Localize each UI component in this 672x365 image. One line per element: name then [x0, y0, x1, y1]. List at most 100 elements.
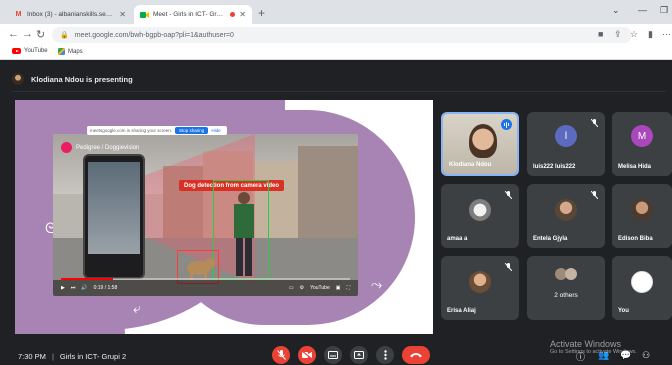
participant-tile[interactable]: Klodiana Ndou [441, 112, 519, 176]
minimize-icon[interactable]: — [638, 5, 647, 15]
leave-call-button[interactable] [402, 346, 430, 364]
gmail-icon: M [15, 11, 22, 18]
channel-logo: Pedigree / Doggievision [61, 142, 139, 153]
camera-toggle-button[interactable] [298, 346, 316, 364]
participant-name: Melisa Hida [618, 164, 652, 170]
participant-tile[interactable]: Edison Biba [612, 184, 672, 248]
lock-icon: 🔒 [60, 32, 69, 39]
reload-icon[interactable]: ↻ [36, 28, 45, 41]
sharing-text: meetsgoogle.com is sharing your screen. [90, 128, 173, 133]
present-screen-icon [354, 351, 364, 359]
more-options-button[interactable] [376, 346, 394, 364]
address-bar[interactable]: 🔒 meet.google.com/bwh-bgpb-oap?pli=1&aut… [52, 27, 632, 43]
camera-icon[interactable]: ■ [598, 29, 603, 39]
avatar [12, 73, 24, 85]
screen-sharing-banner: meetsgoogle.com is sharing your screen. … [87, 126, 227, 135]
forward-icon[interactable]: → [22, 28, 33, 40]
meet-icon [140, 10, 149, 19]
participant-tile[interactable]: l luis222 luis222 [527, 112, 605, 176]
mic-off-icon [504, 262, 513, 271]
chevron-down-icon[interactable]: ⌄ [612, 5, 620, 16]
maps-icon [58, 48, 65, 55]
youtube-logo[interactable]: YouTube [310, 285, 330, 291]
activities-icon[interactable]: ⚇ [642, 350, 650, 361]
video-time: 0:19 / 1:58 [93, 285, 118, 291]
mic-toggle-button[interactable] [272, 346, 290, 364]
watermark-line2: Go to Settings to activate Windows. [550, 349, 637, 355]
meeting-name: Girls in ICT- Grupi 2 [59, 352, 127, 361]
tab-title: Inbox (3) - albanianskills.secreta... [27, 11, 115, 18]
sidebar-icon[interactable]: ▮ [648, 29, 653, 40]
browser-toolbar: ← → ↻ 🔒 meet.google.com/bwh-bgpb-oap?pli… [0, 24, 672, 46]
more-vertical-icon [383, 350, 387, 360]
windows-activation-watermark: Activate Windows Go to Settings to activ… [550, 339, 637, 355]
bookmark-maps[interactable]: Maps [58, 48, 83, 55]
hang-up-icon [410, 353, 422, 358]
hide-button[interactable]: Hide [211, 128, 220, 133]
bookmarks-bar: YouTube Maps [0, 46, 672, 60]
restore-icon[interactable]: ❐ [660, 5, 668, 16]
participant-name: Entela Gjyla [533, 236, 568, 242]
camera-off-icon [302, 351, 312, 359]
participant-tile[interactable]: M Melisa Hida [612, 112, 672, 176]
url-text: meet.google.com/bwh-bgpb-oap?pli=1&authu… [74, 31, 234, 39]
avatar [565, 268, 577, 280]
new-tab-icon[interactable]: + [258, 6, 265, 20]
others-count: 2 others [554, 292, 578, 299]
swirl-decoration-icon: ⤶ [133, 300, 141, 316]
channel-name: Pedigree / Doggievision [76, 144, 140, 151]
phone-image [83, 154, 145, 279]
captions-icon [328, 351, 338, 359]
speaking-indicator-icon [501, 119, 512, 130]
recording-indicator-icon [230, 12, 236, 17]
participant-name: Klodiana Ndou [449, 162, 492, 168]
participant-name: Edison Biba [618, 236, 653, 242]
captions-icon[interactable]: ▭ [289, 285, 294, 291]
youtube-icon [12, 48, 21, 54]
participant-name: Erisa Aliaj [447, 308, 476, 314]
close-icon[interactable]: ✕ [119, 10, 126, 19]
avatar [555, 199, 577, 221]
separator: | [51, 352, 54, 361]
bookmark-youtube[interactable]: YouTube [12, 48, 48, 54]
captions-button[interactable] [324, 346, 342, 364]
stop-sharing-button[interactable]: Stop sharing [175, 127, 209, 134]
participant-tile[interactable]: amaa a [441, 184, 519, 248]
next-icon[interactable]: ⏭ [71, 285, 76, 291]
meeting-details: 7:30 PM | Girls in ICT- Grupi 2 [18, 352, 126, 361]
swirl-decoration-icon: ⤳ [371, 276, 383, 292]
participant-tile[interactable]: Erisa Aliaj [441, 256, 519, 320]
play-icon[interactable]: ▶ [61, 285, 65, 291]
star-icon[interactable]: ☆ [630, 29, 638, 40]
presenting-text: Klodiana Ndou is presenting [31, 74, 133, 84]
tab-gmail[interactable]: M Inbox (3) - albanianskills.secreta... … [8, 5, 132, 24]
tab-meet[interactable]: Meet - Girls in ICT- Grupi 2 ✕ [134, 5, 252, 24]
cast-icon[interactable]: ▣ [336, 285, 341, 291]
mic-off-icon [590, 190, 599, 199]
fullscreen-icon[interactable]: ⛶ [346, 285, 350, 291]
participant-tile[interactable]: 2 others [527, 256, 605, 320]
mic-off-icon [276, 350, 286, 360]
participant-tile[interactable]: Entela Gjyla [527, 184, 605, 248]
video-player[interactable]: Pedigree / Doggievision Dog detection fr… [53, 134, 358, 296]
avatar: M [631, 125, 653, 147]
divider [12, 91, 666, 92]
back-icon[interactable]: ← [8, 28, 19, 40]
avatar [469, 199, 491, 221]
settings-icon[interactable]: ⚙ [300, 285, 304, 291]
meet-window: Klodiana Ndou is presenting ᘓ ⤳ ⤶ Pedigr… [0, 60, 672, 365]
menu-icon[interactable]: ⋯ [662, 29, 671, 40]
participant-name: luis222 luis222 [533, 164, 576, 170]
share-icon[interactable]: ⇪ [614, 29, 622, 40]
volume-icon[interactable]: 🔊 [81, 285, 87, 291]
browser-tab-strip: M Inbox (3) - albanianskills.secreta... … [0, 0, 672, 24]
shared-screen[interactable]: ᘓ ⤳ ⤶ Pedigree / Doggievision Dog detect… [15, 100, 433, 334]
mic-off-icon [590, 118, 599, 127]
participant-tile[interactable]: You [612, 256, 672, 320]
person-detection-box [213, 180, 269, 280]
participant-name: You [618, 308, 629, 314]
close-icon[interactable]: ✕ [239, 10, 246, 19]
present-button[interactable] [350, 346, 368, 364]
avatar [469, 271, 491, 293]
participant-video [469, 124, 497, 158]
